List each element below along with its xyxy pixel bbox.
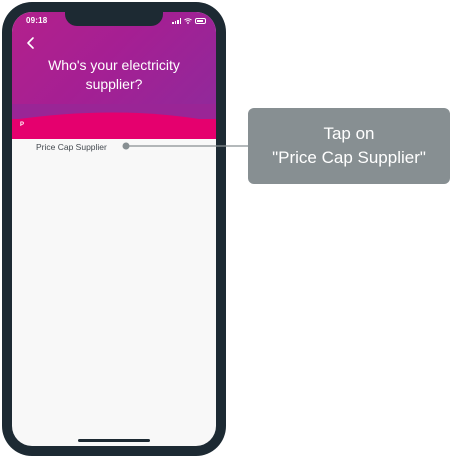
instruction-callout: Tap on "Price Cap Supplier"	[248, 108, 450, 184]
section-letter: P	[20, 122, 25, 128]
callout-line-1: Tap on	[323, 124, 375, 143]
phone-notch	[65, 12, 163, 26]
status-time: 09:18	[26, 16, 48, 25]
wifi-icon	[184, 18, 192, 24]
signal-icon	[172, 18, 181, 24]
home-indicator[interactable]	[78, 439, 150, 442]
callout-line-2: "Price Cap Supplier"	[272, 148, 426, 167]
phone-frame: 09:18 Who's your electricity supplier? P…	[2, 2, 226, 456]
status-icons	[172, 17, 206, 25]
list-item-price-cap-supplier[interactable]: Price Cap Supplier	[12, 140, 216, 154]
back-arrow-icon[interactable]	[24, 36, 38, 50]
page-title: Who's your electricity supplier?	[48, 57, 180, 92]
list-section-header: P	[12, 119, 216, 139]
list-item-label: Price Cap Supplier	[36, 142, 107, 152]
battery-icon	[195, 18, 206, 24]
phone-screen: 09:18 Who's your electricity supplier? P…	[12, 12, 216, 446]
